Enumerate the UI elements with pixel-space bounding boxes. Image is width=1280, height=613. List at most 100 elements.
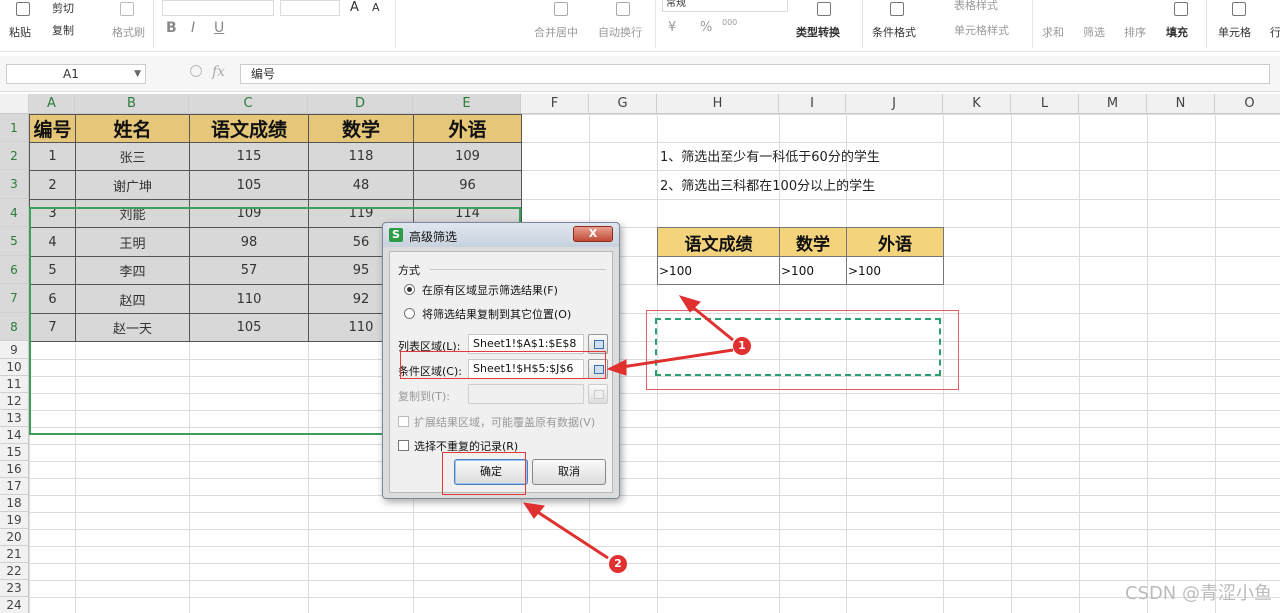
format-painter-button[interactable]: 格式刷 xyxy=(112,24,145,40)
sort-button[interactable]: 排序 xyxy=(1124,24,1146,40)
table-cell[interactable]: 2 xyxy=(29,170,76,200)
table-cell[interactable]: 109 xyxy=(189,199,309,228)
table-cell[interactable]: 刘能 xyxy=(75,199,190,228)
row-header-3[interactable]: 3 xyxy=(0,170,29,199)
font-increase-button[interactable]: A xyxy=(350,0,359,15)
table-cell[interactable]: 张三 xyxy=(75,142,190,171)
column-header-j[interactable]: J xyxy=(846,94,943,114)
underline-button[interactable]: U xyxy=(214,20,224,36)
table-cell[interactable]: 4 xyxy=(29,227,76,257)
row-header-8[interactable]: 8 xyxy=(0,313,29,341)
row-header-11[interactable]: 11 xyxy=(0,376,29,393)
table-cell[interactable]: 110 xyxy=(189,284,309,314)
row-header-10[interactable]: 10 xyxy=(0,359,29,376)
criteria-value-cell[interactable]: >100 xyxy=(779,256,847,285)
table-cell[interactable]: 118 xyxy=(308,142,414,171)
row-header-7[interactable]: 7 xyxy=(0,284,29,313)
extend-label[interactable]: 扩展结果区域，可能覆盖原有数据(V) xyxy=(414,414,595,430)
radio-in-place[interactable] xyxy=(404,284,415,295)
unique-label[interactable]: 选择不重复的记录(R) xyxy=(414,438,518,454)
thousands-button[interactable]: 000 xyxy=(722,18,737,27)
table-cell[interactable]: 7 xyxy=(29,313,76,342)
row-header-22[interactable]: 22 xyxy=(0,563,29,580)
list-range-input[interactable]: Sheet1!$A$1:$E$8 xyxy=(468,334,584,354)
criteria-value-cell[interactable]: >100 xyxy=(846,256,944,285)
cell-button[interactable]: 单元格 xyxy=(1218,24,1251,40)
column-header-b[interactable]: B xyxy=(75,94,189,114)
criteria-value-cell[interactable]: >100 xyxy=(657,256,780,285)
table-cell[interactable]: 谢广坤 xyxy=(75,170,190,200)
row-header-24[interactable]: 24 xyxy=(0,597,29,613)
column-header-f[interactable]: F xyxy=(521,94,589,114)
row-header-4[interactable]: 4 xyxy=(0,199,29,227)
column-header-c[interactable]: C xyxy=(189,94,308,114)
row-header-18[interactable]: 18 xyxy=(0,495,29,512)
criteria-range-input[interactable]: Sheet1!$H$5:$J$6 xyxy=(468,359,584,379)
column-header-a[interactable]: A xyxy=(29,94,75,114)
table-cell[interactable]: 赵一天 xyxy=(75,313,190,342)
row-header-20[interactable]: 20 xyxy=(0,529,29,546)
column-header-k[interactable]: K xyxy=(943,94,1011,114)
fx-icon[interactable]: fx xyxy=(212,64,225,80)
row-col-button[interactable]: 行 xyxy=(1270,24,1280,40)
list-range-picker-icon[interactable] xyxy=(588,334,608,354)
select-all-corner[interactable] xyxy=(0,94,29,114)
table-header-cell[interactable]: 姓名 xyxy=(75,114,190,143)
table-cell[interactable]: 98 xyxy=(189,227,309,257)
copy-to-input[interactable] xyxy=(468,384,584,404)
filter-button[interactable]: 筛选 xyxy=(1083,24,1105,40)
table-cell[interactable]: 115 xyxy=(189,142,309,171)
row-header-19[interactable]: 19 xyxy=(0,512,29,529)
percent-button[interactable]: % xyxy=(700,20,712,35)
bold-button[interactable]: B xyxy=(166,20,177,36)
table-cell[interactable]: 105 xyxy=(189,170,309,200)
row-header-12[interactable]: 12 xyxy=(0,393,29,410)
table-cell[interactable]: 赵四 xyxy=(75,284,190,314)
wrap-text-button[interactable]: 自动换行 xyxy=(598,24,642,40)
type-convert-button[interactable]: 类型转换 xyxy=(796,24,840,40)
column-header-m[interactable]: M xyxy=(1079,94,1147,114)
copy-to-picker-icon[interactable] xyxy=(588,384,608,404)
note-2[interactable]: 2、筛选出三科都在100分以上的学生 xyxy=(660,175,875,194)
currency-button[interactable]: ¥ xyxy=(668,20,676,35)
radio-copy[interactable] xyxy=(404,308,415,319)
table-cell[interactable]: 96 xyxy=(413,170,522,200)
row-header-17[interactable]: 17 xyxy=(0,478,29,495)
row-header-2[interactable]: 2 xyxy=(0,142,29,170)
table-cell[interactable]: 57 xyxy=(189,256,309,285)
conditional-format-button[interactable]: 条件格式 xyxy=(872,24,916,40)
column-header-o[interactable]: O xyxy=(1215,94,1280,114)
merge-center-button[interactable]: 合并居中 xyxy=(534,24,578,40)
table-header-cell[interactable]: 数学 xyxy=(308,114,414,143)
cut-button[interactable]: 剪切 xyxy=(52,0,74,16)
advanced-filter-dialog[interactable]: S 高级筛选 X 方式 在原有区域显示筛选结果(F) 将筛选结果复制到其它位置(… xyxy=(382,222,620,499)
copy-button[interactable]: 复制 xyxy=(52,22,74,38)
radio-copy-label[interactable]: 将筛选结果复制到其它位置(O) xyxy=(422,306,571,322)
criteria-header-cell[interactable]: 外语 xyxy=(846,227,944,257)
row-header-21[interactable]: 21 xyxy=(0,546,29,563)
row-header-5[interactable]: 5 xyxy=(0,227,29,256)
criteria-header-cell[interactable]: 语文成绩 xyxy=(657,227,780,257)
column-header-e[interactable]: E xyxy=(413,94,521,114)
font-name-select[interactable] xyxy=(162,0,274,16)
table-cell[interactable]: 48 xyxy=(308,170,414,200)
table-cell[interactable]: 3 xyxy=(29,199,76,228)
table-cell[interactable]: 109 xyxy=(413,142,522,171)
table-cell[interactable]: 105 xyxy=(189,313,309,342)
cancel-button[interactable]: 取消 xyxy=(532,459,606,485)
formula-input[interactable]: 编号 xyxy=(240,64,1270,84)
sum-button[interactable]: 求和 xyxy=(1042,24,1064,40)
table-header-cell[interactable]: 语文成绩 xyxy=(189,114,309,143)
table-cell[interactable]: 李四 xyxy=(75,256,190,285)
row-header-13[interactable]: 13 xyxy=(0,410,29,427)
note-1[interactable]: 1、筛选出至少有一科低于60分的学生 xyxy=(660,146,880,165)
row-header-15[interactable]: 15 xyxy=(0,444,29,461)
criteria-header-cell[interactable]: 数学 xyxy=(779,227,847,257)
row-header-14[interactable]: 14 xyxy=(0,427,29,444)
table-header-cell[interactable]: 编号 xyxy=(29,114,76,143)
column-header-l[interactable]: L xyxy=(1011,94,1079,114)
table-cell[interactable]: 王明 xyxy=(75,227,190,257)
dialog-titlebar[interactable]: S 高级筛选 X xyxy=(383,223,619,247)
table-cell[interactable]: 1 xyxy=(29,142,76,171)
row-header-6[interactable]: 6 xyxy=(0,256,29,284)
